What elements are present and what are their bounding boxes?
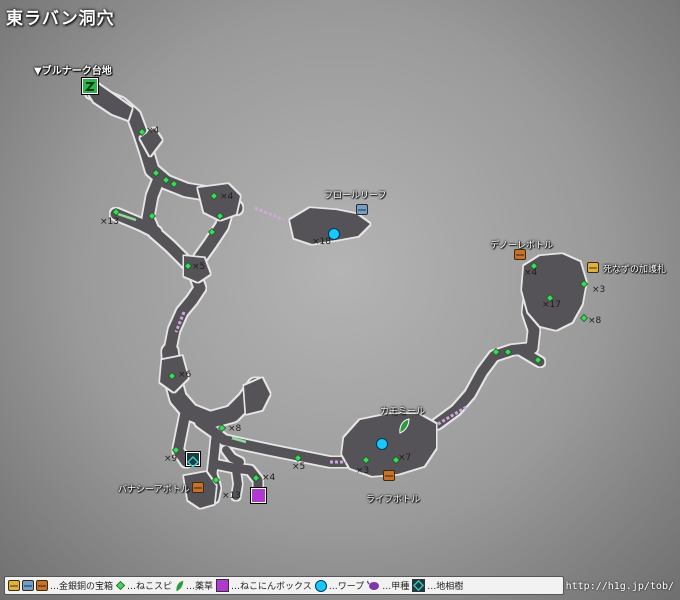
exit-label: ▼ブルナーク台地: [34, 66, 112, 77]
count-label: ×5: [292, 462, 306, 472]
count-label: ×5: [192, 262, 206, 272]
cave-tunnels: [85, 85, 546, 503]
legend-cat-spot: …ねこスピ: [116, 579, 172, 592]
herb-leaf-icon[interactable]: [398, 418, 410, 438]
cat-box-icon[interactable]: [251, 488, 266, 503]
beetle-icon: [367, 580, 380, 590]
legend-beetle-text: …甲種: [382, 582, 410, 592]
bronze-chest-icon[interactable]: [383, 470, 395, 481]
shinazu-label: 死なずの加護札: [603, 265, 667, 275]
count-label: ×7: [398, 453, 412, 463]
count-label: ×8: [588, 316, 602, 326]
count-label: ×6: [178, 370, 192, 380]
silver-chest-icon[interactable]: [356, 204, 368, 215]
legend-cat-spot-text: …ねこスピ: [127, 582, 173, 592]
tree-diamond-glyph: [186, 455, 200, 469]
count-label: ×3: [592, 285, 606, 295]
legend-beetle: …甲種: [367, 579, 409, 592]
count-label: ×17: [542, 300, 561, 310]
legend-chest: …金銀銅の宝箱: [8, 579, 113, 592]
count-label: ×9: [164, 454, 178, 464]
cat-spot-diamond-icon[interactable]: [579, 313, 589, 323]
warp-point-icon: [314, 579, 327, 592]
legend-tree-text: …地相樹: [427, 582, 464, 592]
cave-chambers: [84, 84, 586, 508]
map-title: 東ラバン洞穴: [6, 9, 115, 29]
gold-chest-icon: [8, 580, 20, 591]
legend-warp-text: …ワープ: [328, 582, 365, 592]
count-label: ×13: [222, 491, 241, 501]
count-label: ×4: [524, 268, 538, 278]
count-label: ×18: [312, 237, 331, 247]
zigzag-arrow-icon: [84, 82, 96, 91]
count-label: ×4: [146, 126, 160, 136]
legend-herb: …薬草: [175, 579, 213, 592]
life-bottle-label: ライフボトル: [366, 495, 421, 505]
bronze-chest-icon[interactable]: [192, 482, 204, 493]
site-credit: http://h1g.jp/tob/: [565, 581, 674, 592]
warp-point-icon[interactable]: [376, 438, 388, 450]
map-legend: …金銀銅の宝箱 …ねこスピ …薬草 …ねこにんボックス …ワープ …甲種 …地相…: [4, 576, 564, 595]
count-label: ×4: [262, 473, 276, 483]
legend-cat-box: …ねこにんボックス: [216, 579, 312, 592]
count-label: ×3: [356, 466, 370, 476]
geomancy-tree-icon[interactable]: [186, 452, 200, 469]
herb-leaf-icon: [176, 580, 184, 591]
legend-warp: …ワープ: [314, 579, 365, 592]
bronze-chest-icon: [36, 580, 48, 591]
cat-spot-diamond-icon: [116, 581, 126, 590]
count-label: ×8: [228, 424, 242, 434]
cat-box-icon: [216, 579, 230, 592]
legend-tree: …地相樹: [412, 579, 463, 592]
count-label: ×4: [220, 192, 234, 202]
map-background: 東ラバン洞穴 ▼ブルナーク台地 フロールリーフ デノーレボトル 死なずの加護札 …: [0, 0, 680, 600]
legend-chest-text: …金銀銅の宝箱: [50, 582, 114, 592]
bronze-chest-icon[interactable]: [514, 249, 526, 260]
connector-segment: [254, 206, 285, 222]
geomancy-tree-icon: [412, 579, 426, 592]
banana-bottle-label: バナシーアボトル: [118, 485, 190, 495]
tree-diamond-glyph: [413, 579, 425, 592]
kamomile-label: カモミール: [380, 407, 426, 417]
herb-leaf-glyph: [399, 418, 410, 434]
count-label: ×13: [100, 217, 119, 227]
legend-herb-text: …薬草: [186, 582, 214, 592]
floral-leaf-label: フロールリーフ: [324, 191, 387, 201]
legend-cat-box-text: …ねこにんボックス: [231, 582, 312, 592]
gold-chest-icon[interactable]: [587, 262, 599, 273]
silver-chest-icon: [22, 580, 34, 591]
cave-map: [84, 84, 589, 508]
exit-arrow-icon[interactable]: [82, 78, 98, 94]
